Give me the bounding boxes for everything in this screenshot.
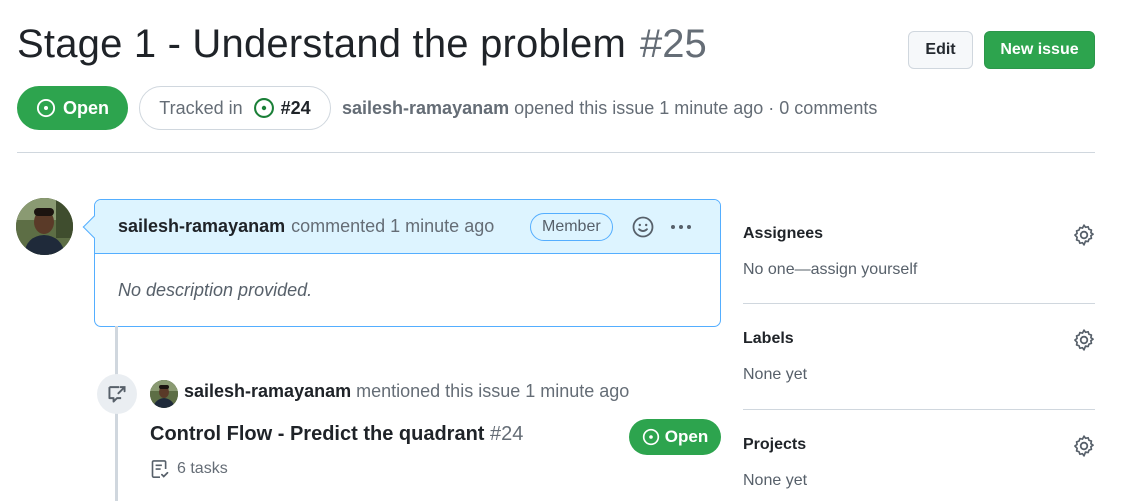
smiley-icon[interactable] bbox=[631, 215, 655, 239]
sidebar-projects: Projects None yet bbox=[743, 435, 1095, 490]
edit-button[interactable]: Edit bbox=[908, 31, 973, 69]
issue-number: #25 bbox=[639, 22, 707, 66]
sidebar-value-labels: None yet bbox=[743, 366, 808, 383]
referenced-issue-state-badge: Open bbox=[629, 419, 721, 455]
referenced-issue-number: #24 bbox=[490, 423, 524, 445]
referenced-issue-title-text[interactable]: Control Flow - Predict the quadrant bbox=[150, 423, 484, 445]
more-options-icon[interactable] bbox=[668, 215, 694, 239]
event-action-text: mentioned this issue 1 minute ago bbox=[356, 381, 630, 401]
sidebar-value-projects: None yet bbox=[743, 472, 808, 489]
gear-icon[interactable] bbox=[1073, 224, 1095, 246]
member-badge: Member bbox=[530, 213, 613, 241]
comment-timestamp[interactable]: commented 1 minute ago bbox=[291, 216, 494, 237]
issue-title-row: Stage 1 - Understand the problem #25 bbox=[17, 22, 707, 67]
issue-meta-row: Open Tracked in #24 sailesh-ramayanam op… bbox=[17, 86, 877, 130]
header-divider bbox=[17, 152, 1095, 153]
sidebar-heading-labels[interactable]: Labels bbox=[743, 330, 1095, 348]
gear-icon[interactable] bbox=[1073, 435, 1095, 457]
comment-box: sailesh-ramayanam commented 1 minute ago… bbox=[82, 199, 721, 327]
issue-opened-text: opened this issue 1 minute ago · 0 comme… bbox=[514, 97, 878, 118]
comment-body: No description provided. bbox=[118, 280, 313, 300]
tracked-in-label: Tracked in bbox=[159, 97, 243, 118]
gear-icon[interactable] bbox=[1073, 329, 1095, 351]
cross-reference-badge bbox=[97, 374, 137, 414]
task-count-label: 6 tasks bbox=[177, 460, 228, 477]
issue-open-icon bbox=[642, 428, 659, 446]
comment-author-link[interactable]: sailesh-ramayanam bbox=[118, 216, 285, 237]
sidebar-divider bbox=[743, 303, 1095, 304]
tracked-in-pill[interactable]: Tracked in #24 bbox=[139, 86, 331, 130]
issue-open-icon bbox=[253, 98, 274, 118]
issue-author-link[interactable]: sailesh-ramayanam bbox=[342, 98, 509, 118]
comment-pointer bbox=[82, 215, 106, 239]
issue-open-icon bbox=[36, 98, 56, 118]
issue-state-badge: Open bbox=[17, 86, 128, 130]
sidebar-value-assignees[interactable]: No one—assign yourself bbox=[743, 261, 1095, 279]
issue-opened-meta: sailesh-ramayanam opened this issue 1 mi… bbox=[342, 98, 877, 119]
avatar[interactable] bbox=[16, 198, 73, 255]
issue-state-label: Open bbox=[62, 97, 109, 118]
tracked-issue-link[interactable]: #24 bbox=[281, 98, 311, 119]
sidebar-labels: Labels None yet bbox=[743, 329, 1095, 384]
cross-reference-event: sailesh-ramayanam mentioned this issue 1… bbox=[184, 381, 629, 402]
cross-reference-icon bbox=[108, 386, 126, 403]
sidebar-assignees: Assignees No one—assign yourself bbox=[743, 224, 1095, 279]
issue-title: Stage 1 - Understand the problem bbox=[17, 22, 626, 66]
sidebar-heading-projects[interactable]: Projects bbox=[743, 436, 1095, 454]
event-author-link[interactable]: sailesh-ramayanam bbox=[184, 381, 351, 401]
checklist-icon bbox=[151, 460, 169, 478]
avatar[interactable] bbox=[150, 380, 178, 408]
sidebar-heading-assignees[interactable]: Assignees bbox=[743, 225, 1095, 243]
task-count: 6 tasks bbox=[150, 459, 228, 479]
referenced-issue-state-label: Open bbox=[664, 427, 709, 446]
referenced-issue-title[interactable]: Control Flow - Predict the quadrant #24 bbox=[150, 423, 523, 446]
sidebar-divider bbox=[743, 409, 1095, 410]
new-issue-button[interactable]: New issue bbox=[984, 31, 1095, 69]
comment-header: sailesh-ramayanam commented 1 minute ago… bbox=[82, 200, 720, 254]
